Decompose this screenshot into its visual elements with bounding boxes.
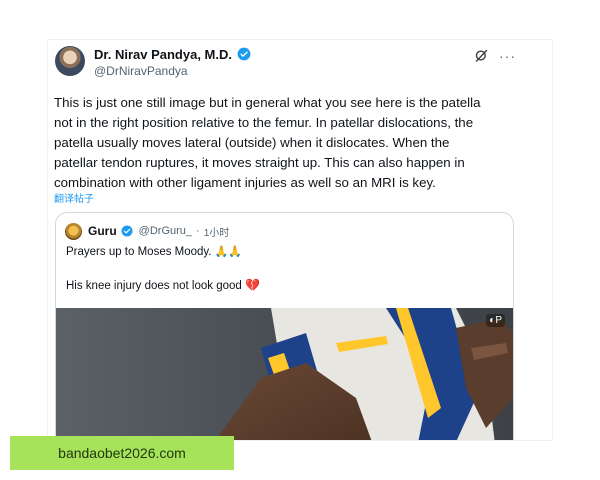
tweet-body-line: patella usually moves lateral (outside) …: [54, 135, 450, 150]
quoted-author-handle[interactable]: @DrGuru_: [139, 225, 192, 237]
quoted-text: Prayers up to Moses Moody.: [66, 246, 212, 258]
author-name-row: Dr. Nirav Pandya, M.D.: [94, 46, 251, 62]
quoted-timestamp[interactable]: 1小时: [204, 224, 230, 239]
translate-post-link[interactable]: 翻译帖子: [54, 190, 94, 205]
more-icon[interactable]: ···: [499, 49, 516, 63]
tweet-body-line: not in the right position relative to th…: [54, 115, 474, 130]
quoted-author-name[interactable]: Guru: [88, 224, 117, 238]
quoted-author-avatar[interactable]: [65, 222, 82, 240]
quoted-media-image[interactable]: ◐P: [56, 308, 513, 440]
broken-heart-emoji: 💔: [245, 278, 260, 292]
tweet-body: This is just one still image but in gene…: [54, 93, 544, 193]
author-name[interactable]: Dr. Nirav Pandya, M.D.: [94, 47, 232, 62]
quoted-text: His knee injury does not look good: [66, 280, 242, 292]
praying-hands-emoji: 🙏🙏: [214, 245, 243, 258]
dot-separator: ·: [196, 225, 200, 237]
tweet-body-line: This is just one still image but in gene…: [54, 95, 481, 110]
tweet-top-actions: ···: [474, 48, 516, 63]
author-handle[interactable]: @DrNiravPandya: [94, 64, 188, 78]
watermark-banner: bandaobet2026.com: [10, 436, 234, 470]
quoted-text-line-2: His knee injury does not look good 💔: [66, 278, 260, 292]
media-badge: ◐P: [486, 314, 505, 327]
quoted-tweet[interactable]: Guru @DrGuru_ · 1小时 Prayers up to Moses …: [55, 212, 514, 440]
tweet-card: Dr. Nirav Pandya, M.D. @DrNiravPandya ··…: [48, 40, 552, 440]
watermark-text: bandaobet2026.com: [58, 445, 186, 461]
quoted-text-line-1: Prayers up to Moses Moody. 🙏🙏: [66, 245, 242, 258]
tweet-body-line: combination with other ligament injuries…: [54, 175, 436, 190]
verified-badge-icon: [121, 225, 133, 237]
quoted-tweet-header: Guru @DrGuru_ · 1小时: [65, 222, 230, 240]
author-avatar[interactable]: [55, 46, 85, 76]
grok-icon[interactable]: [474, 48, 489, 63]
tweet-body-line: patellar tendon ruptures, it moves strai…: [54, 155, 465, 170]
injury-photo: [56, 308, 513, 440]
verified-badge-icon: [237, 47, 251, 61]
